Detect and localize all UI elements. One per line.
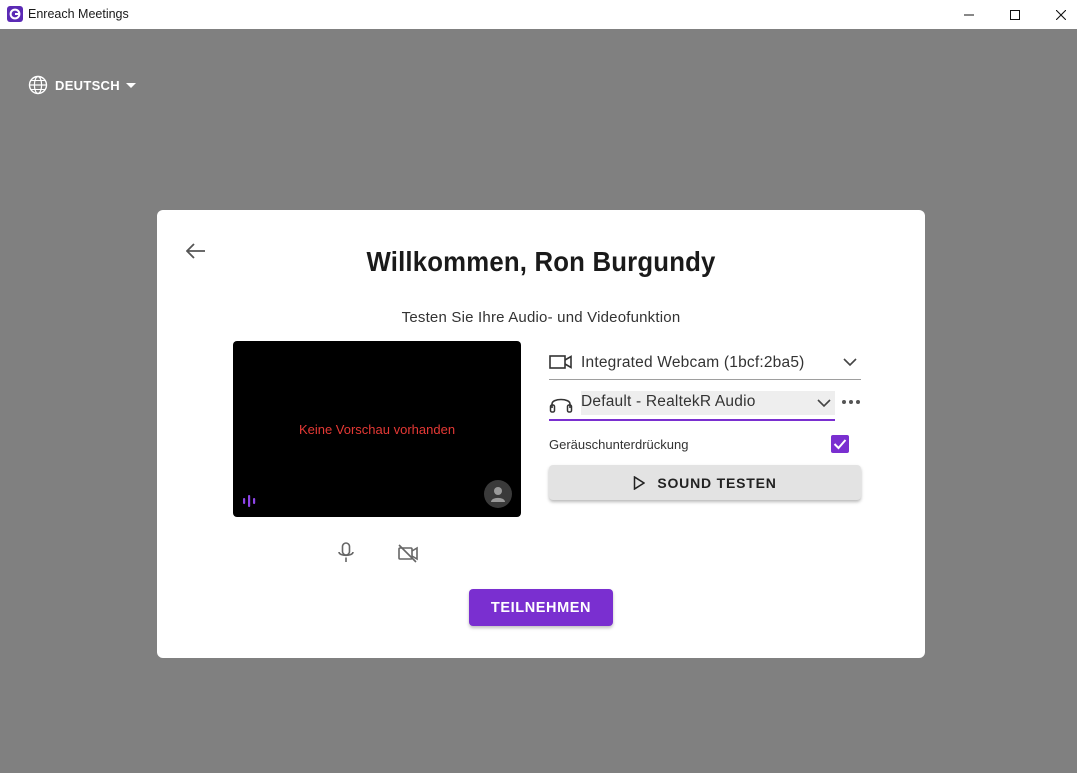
person-icon	[491, 487, 505, 502]
play-icon	[634, 475, 646, 490]
audio-device-label: Default - RealtekR Audio	[581, 391, 835, 415]
join-label: TEILNEHMEN	[490, 599, 592, 616]
window-title: Enreach Meetings	[28, 7, 129, 21]
noise-suppression-checkbox[interactable]	[831, 435, 849, 453]
video-camera-icon	[549, 355, 572, 369]
no-preview-text: Keine Vorschau vorhanden	[298, 422, 456, 437]
noise-suppression-label: Geräuschunterdrückung	[549, 437, 689, 452]
meeting-join-card: Willkommen, Ron Burgundy Testen Sie Ihre…	[157, 210, 925, 658]
chevron-down-icon	[843, 358, 857, 367]
checkmark-icon	[833, 439, 847, 450]
globe-icon	[28, 75, 48, 95]
caret-down-icon	[125, 82, 136, 88]
camera-device-label: Integrated Webcam (1bcf:2ba5)	[581, 354, 805, 371]
camera-off-icon	[398, 544, 418, 563]
avatar-icon	[484, 480, 512, 508]
subtitle: Testen Sie Ihre Audio- und Videofunktion	[401, 309, 681, 326]
audio-device-select[interactable]: Default - RealtekR Audio	[549, 387, 835, 421]
language-selector[interactable]: DEUTSCH	[28, 75, 136, 95]
close-icon	[1056, 9, 1066, 20]
maximize-button[interactable]	[992, 0, 1038, 29]
language-label: DEUTSCH	[55, 77, 120, 93]
enreach-logo-icon	[7, 6, 23, 22]
camera-device-select[interactable]: Integrated Webcam (1bcf:2ba5)	[549, 346, 861, 380]
join-button[interactable]: TEILNEHMEN	[469, 589, 613, 626]
headset-icon	[549, 398, 573, 413]
sound-test-label: SOUND TESTEN	[657, 474, 777, 491]
audio-more-button[interactable]	[840, 394, 862, 410]
minimize-icon	[964, 14, 974, 15]
microphone-toggle[interactable]	[333, 540, 359, 566]
camera-toggle[interactable]	[395, 540, 421, 566]
audio-level-icon	[243, 495, 256, 507]
title-bar: Enreach Meetings	[0, 0, 1077, 29]
chevron-down-icon	[817, 399, 831, 408]
more-horizontal-icon	[842, 400, 860, 404]
video-preview: Keine Vorschau vorhanden	[233, 341, 521, 517]
sound-test-button[interactable]: SOUND TESTEN	[549, 465, 861, 500]
maximize-icon	[1010, 9, 1020, 20]
close-button[interactable]	[1038, 0, 1077, 29]
minimize-button[interactable]	[946, 0, 992, 29]
welcome-title: Willkommen, Ron Burgundy	[366, 246, 716, 277]
microphone-icon	[338, 542, 354, 562]
